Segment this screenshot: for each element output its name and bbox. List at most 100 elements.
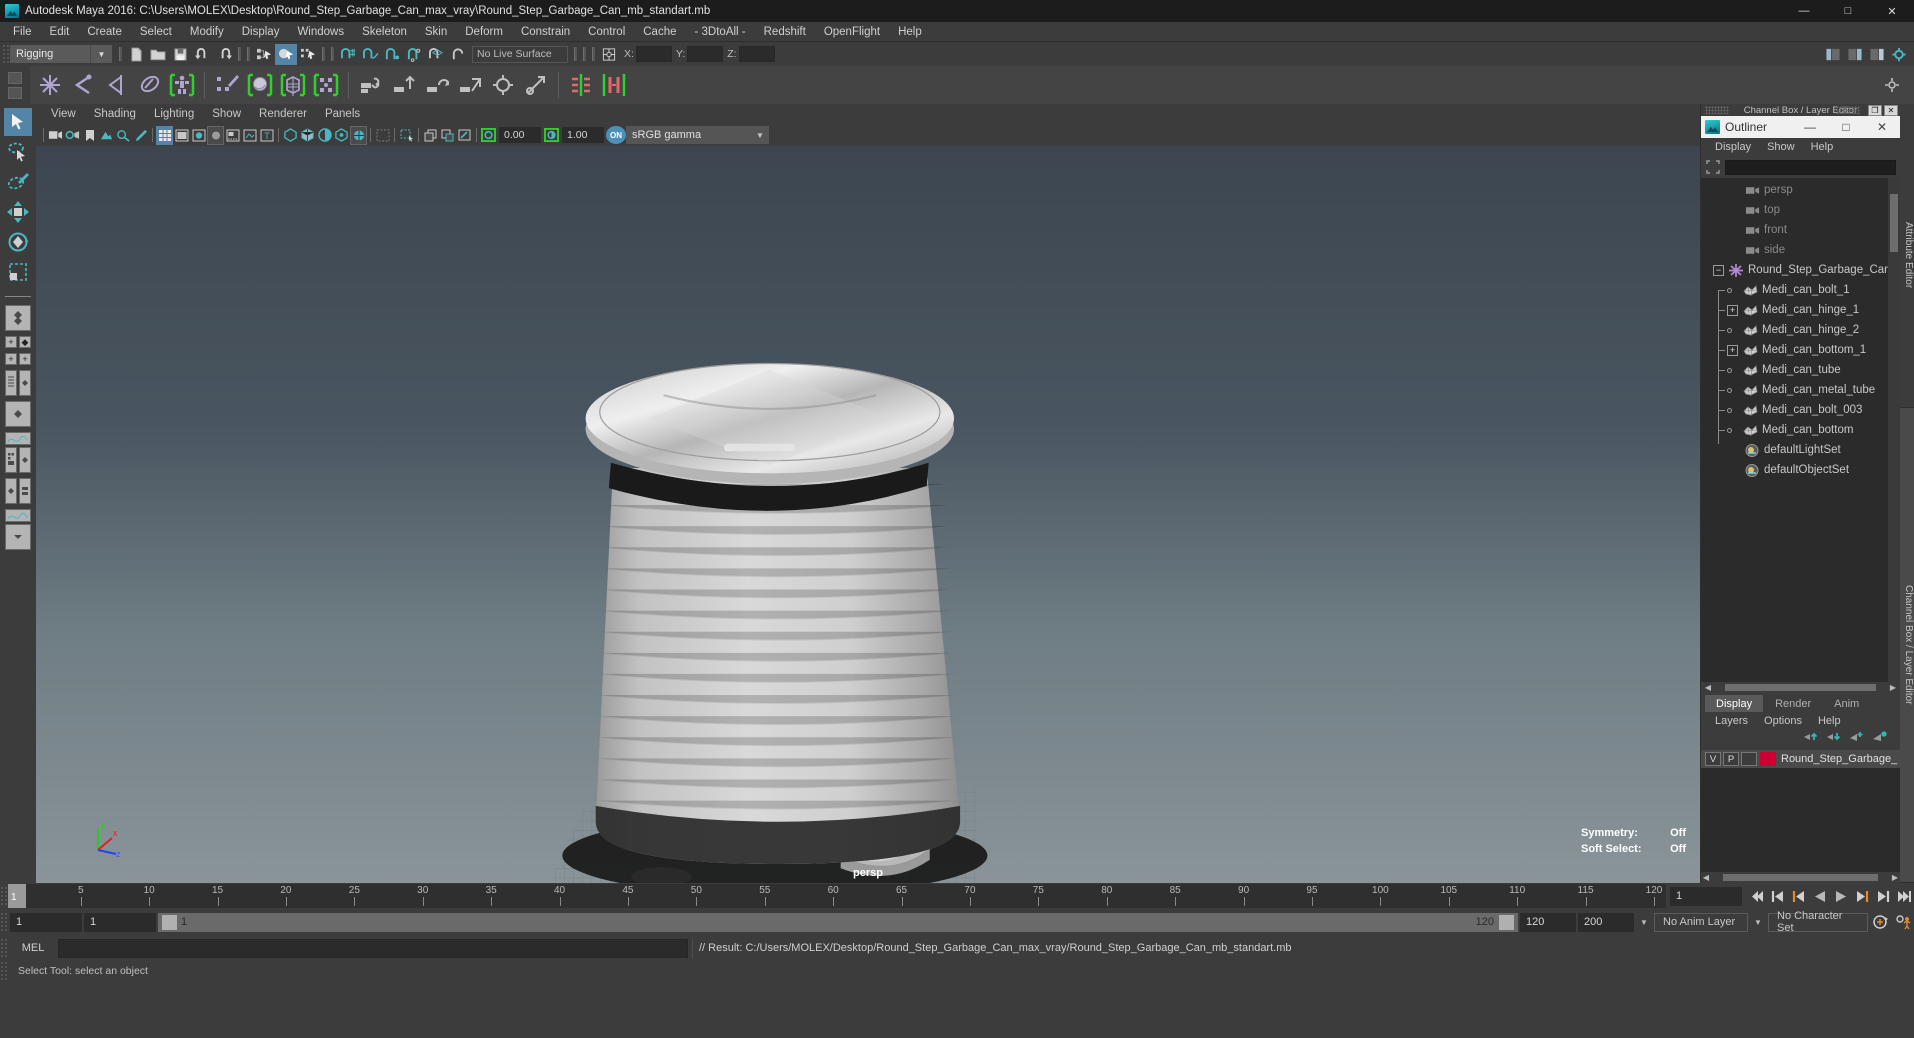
move-layer-down-icon[interactable] [1826,730,1842,748]
shelf-options-icon[interactable] [1876,68,1908,102]
command-line-gripper[interactable] [0,938,8,958]
input-output-connections-icon[interactable] [598,44,620,65]
scale-tool-icon[interactable] [4,258,32,286]
select-by-component-type-icon[interactable] [297,44,319,65]
layout-quad-tl-icon[interactable]: + [5,336,17,348]
viewport-menu-view[interactable]: View [42,104,85,124]
outliner-vertical-scrollbar[interactable] [1888,178,1900,682]
menu-item-redshift[interactable]: Redshift [755,22,815,42]
step-back-key-icon[interactable] [1788,885,1809,907]
menu-item-openflight[interactable]: OpenFlight [815,22,889,42]
layer-type-toggle[interactable] [1741,752,1757,766]
outliner-scroll-right-icon[interactable]: ▶ [1888,683,1898,692]
outliner-item-top[interactable]: top [1701,200,1900,220]
layer-editor-menu-options[interactable]: Options [1756,715,1810,727]
layout-relationship-icon[interactable] [19,478,31,504]
outliner-tree[interactable]: persp top front side − Round_Step_Garbage_Can… [1701,178,1900,682]
motion-blur-icon[interactable]: T [258,126,275,145]
outliner-maximize-button[interactable]: □ [1828,116,1864,138]
gamma-icon[interactable] [543,126,560,145]
animation-end-time-field[interactable]: 200 [1578,912,1634,932]
wireframe-shading-icon[interactable] [156,125,173,145]
xray-display-icon[interactable] [282,126,299,145]
outliner-item-defaultobjectset[interactable]: defaultObjectSet [1701,460,1900,480]
snap-to-curve-icon[interactable] [359,44,381,65]
status-line-gripper[interactable] [2,44,10,64]
menu-set-chevron-down-icon[interactable]: ▼ [90,45,112,63]
exposure-icon[interactable] [480,126,497,145]
character-set-selector[interactable]: No Character Set [1768,910,1868,934]
layout-quad-tr-icon[interactable]: ◆ [19,336,31,348]
current-frame-field[interactable]: 1 [1670,886,1742,906]
layer-list[interactable]: V P Round_Step_Garbage_ [1701,750,1900,872]
channel-box-restore-button[interactable]: ❐ [1868,104,1882,116]
outliner-item-medi-can-metal-tube[interactable]: Medi_can_metal_tube [1701,380,1900,400]
layer-editor-tab-render[interactable]: Render [1764,695,1823,712]
toggle-aa-icon[interactable] [439,126,456,145]
move-layer-up-icon[interactable] [1803,730,1819,748]
insert-joint-tool-icon[interactable] [133,68,165,102]
menu-item-edit[interactable]: Edit [41,22,79,42]
outliner-item-medi-can-tube[interactable]: Medi_can_tube [1701,360,1900,380]
menu-item-select[interactable]: Select [131,22,181,42]
menu-item-control[interactable]: Control [579,22,634,42]
default-material-icon[interactable] [333,126,350,145]
menu-item-create[interactable]: Create [78,22,131,42]
outliner-focus-icon[interactable] [1705,159,1721,175]
select-camera-icon[interactable] [47,126,64,145]
layer-editor-horizontal-scrollbar[interactable]: ◀ ▶ [1701,872,1900,883]
layout-persp2-icon[interactable] [19,447,31,473]
range-slider-right-handle[interactable] [1499,914,1514,930]
go-to-start-icon[interactable] [1746,885,1767,907]
create-layer-from-selected-icon[interactable] [1872,730,1888,748]
snap-to-view-planes-icon[interactable] [425,44,447,65]
select-by-hierarchy-icon[interactable] [253,44,275,65]
screen-space-ao-icon[interactable] [241,126,258,145]
toggle-dof-icon[interactable] [456,126,473,145]
outliner-horizontal-scrollbar[interactable]: ◀ ▶ [1701,682,1900,693]
outliner-item-round-step-garbage-can[interactable]: − Round_Step_Garbage_Can [1701,260,1900,280]
outliner-menu-display[interactable]: Display [1707,141,1759,153]
view-transform-chevron-down-icon[interactable]: ▼ [751,126,769,144]
texture-border-edges-icon[interactable] [350,125,367,145]
scale-constraint-icon[interactable] [454,68,486,102]
redo-icon[interactable] [213,44,235,65]
outliner-search-input[interactable] [1725,159,1896,175]
time-slider-gripper[interactable] [0,886,8,906]
play-forwards-icon[interactable] [1830,885,1851,907]
shadows-icon[interactable] [224,126,241,145]
grease-pencil-icon[interactable] [132,126,149,145]
xray-joints-icon[interactable] [299,126,316,145]
outliner-item-defaultlightset[interactable]: defaultLightSet [1701,440,1900,460]
command-input-field[interactable] [58,938,688,958]
outliner-scroll-thumb[interactable] [1890,194,1898,252]
menu-item-file[interactable]: File [4,22,41,42]
layout-graph-editor2-icon[interactable] [5,509,31,522]
aim-constraint-icon[interactable] [487,68,519,102]
outliner-item-front[interactable]: front [1701,220,1900,240]
menu-set-selector[interactable]: Rigging [10,45,90,63]
command-language-label[interactable]: MEL [12,942,54,954]
animation-start-time-field[interactable]: 1 [10,912,82,932]
create-ik-handle-icon[interactable] [67,68,99,102]
viewport-menu-renderer[interactable]: Renderer [250,104,316,124]
mirror-joint-icon[interactable] [565,68,597,102]
shelf-tab-box-icon[interactable] [8,86,22,99]
outliner-close-button[interactable]: ✕ [1864,116,1900,138]
step-forward-frame-icon[interactable] [1872,885,1893,907]
paint-select-tool-icon[interactable] [4,168,32,196]
playback-start-time-field[interactable]: 1 [84,912,156,932]
animation-preferences-icon[interactable] [1893,911,1914,933]
show-hide-attribute-editor-icon[interactable] [1844,44,1866,65]
view-transform-toggle[interactable]: ON [606,126,626,144]
cluster-deformer-icon[interactable] [310,68,342,102]
layout-graph-editor-icon[interactable] [5,432,31,445]
play-backwards-icon[interactable] [1809,885,1830,907]
vertical-tab-channel-box-layer-editor[interactable]: Channel Box / Layer Editor [1900,407,1914,883]
rotate-tool-icon[interactable] [4,228,32,256]
toggle-multisample-icon[interactable] [422,126,439,145]
lattice-deformer-icon[interactable] [277,68,309,102]
image-plane-icon[interactable] [98,126,115,145]
anim-layer-chevron-down-icon[interactable]: ▼ [1636,918,1652,927]
outliner-item-medi-can-hinge-2[interactable]: Medi_can_hinge_2 [1701,320,1900,340]
